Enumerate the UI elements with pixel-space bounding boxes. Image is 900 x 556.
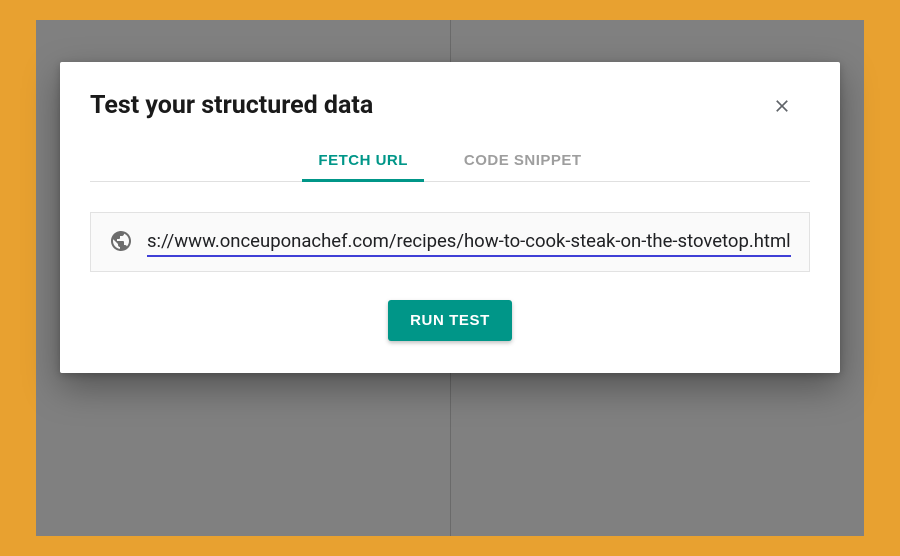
tab-code-snippet[interactable]: CODE SNIPPET — [460, 142, 586, 181]
globe-icon — [109, 229, 133, 257]
close-icon — [772, 96, 792, 116]
tab-fetch-url[interactable]: FETCH URL — [314, 142, 412, 181]
structured-data-modal: Test your structured data FETCH URL CODE… — [60, 62, 840, 373]
url-field — [147, 230, 791, 257]
url-input[interactable] — [147, 230, 791, 257]
modal-header: Test your structured data — [90, 90, 810, 120]
tabs: FETCH URL CODE SNIPPET — [90, 142, 810, 182]
close-button[interactable] — [768, 92, 796, 120]
url-input-row — [90, 212, 810, 272]
run-row: RUN TEST — [90, 300, 810, 341]
modal-title: Test your structured data — [90, 91, 373, 120]
run-test-button[interactable]: RUN TEST — [388, 300, 512, 341]
